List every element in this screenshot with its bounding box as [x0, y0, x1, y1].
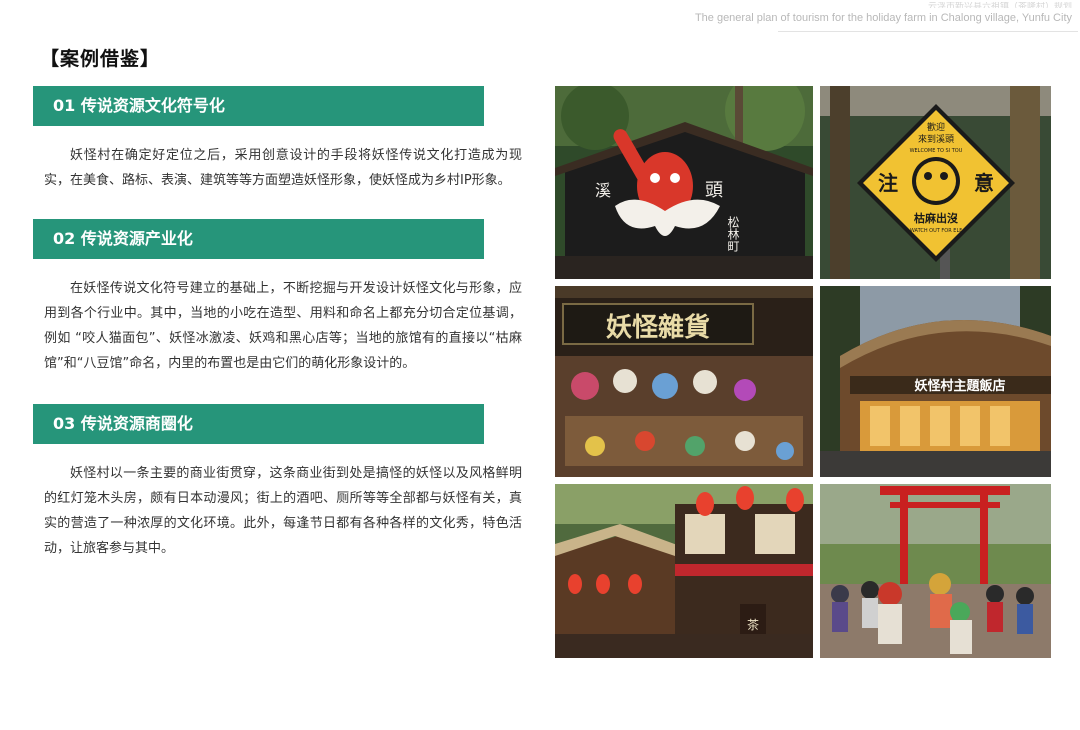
photo-tengu-sign: 溪 頭 松林町	[555, 86, 813, 279]
photo2-top2: 來到溪頭	[918, 133, 954, 145]
photo2-banner: WELCOME TO SI TOU	[910, 148, 963, 154]
header-divider	[778, 31, 1078, 32]
photo1-sign-vertical: 松林町	[726, 216, 740, 252]
photo2-top: 歡迎	[927, 121, 945, 133]
section-body-3: 妖怪村以一条主要的商业街贯穿，这条商业街到处是搞怪的妖怪以及风格鲜明的红灯笼木头…	[44, 466, 522, 556]
photo2-left: 注	[878, 171, 898, 195]
photo2-bottom: 枯麻出沒	[914, 211, 959, 225]
photo-theme-hotel: 妖怪村主題飯店	[820, 286, 1051, 477]
photo3-sign: 妖怪雜貨	[606, 312, 710, 343]
header-faded-text: 云浮市新兴县六祖镇（茶隆村）规划	[927, 2, 1072, 8]
photo5-lantern: 茶	[747, 617, 759, 632]
photo-torii-festival	[820, 484, 1051, 658]
section-body-1: 妖怪村在确定好定位之后，采用创意设计的手段将妖怪传说文化打造成为现实，在美食、路…	[44, 148, 522, 188]
photo-warning-sign: 歡迎 來到溪頭 WELCOME TO SI TOU 注 意 枯麻出沒 WATCH…	[820, 86, 1051, 279]
photo2-small: WATCH OUT FOR ELF	[910, 228, 962, 234]
header-note: 云浮市新兴县六祖镇（茶隆村）规划 The general plan of tou…	[695, 2, 1072, 24]
photo4-sign: 妖怪村主題飯店	[914, 378, 1005, 394]
section-body-2: 在妖怪传说文化符号建立的基础上，不断挖掘与开发设计妖怪文化与形象，应用到各个行业…	[44, 281, 522, 371]
section-heading-3: 03 传说资源商圈化	[33, 404, 484, 444]
section-heading-2: 02 传说资源产业化	[33, 219, 484, 259]
header-subtitle: The general plan of tourism for the holi…	[694, 12, 1072, 24]
photo2-right: 意	[974, 171, 994, 195]
section-heading-1: 01 传说资源文化符号化	[33, 86, 484, 126]
photo1-sign-right: 頭	[705, 180, 723, 201]
photo-lantern-street: 茶	[555, 484, 813, 658]
photo1-sign-left: 溪	[595, 181, 611, 200]
page-title: 【案例借鉴】	[40, 48, 161, 70]
photo-goods-shop: 妖怪雜貨	[555, 286, 813, 477]
